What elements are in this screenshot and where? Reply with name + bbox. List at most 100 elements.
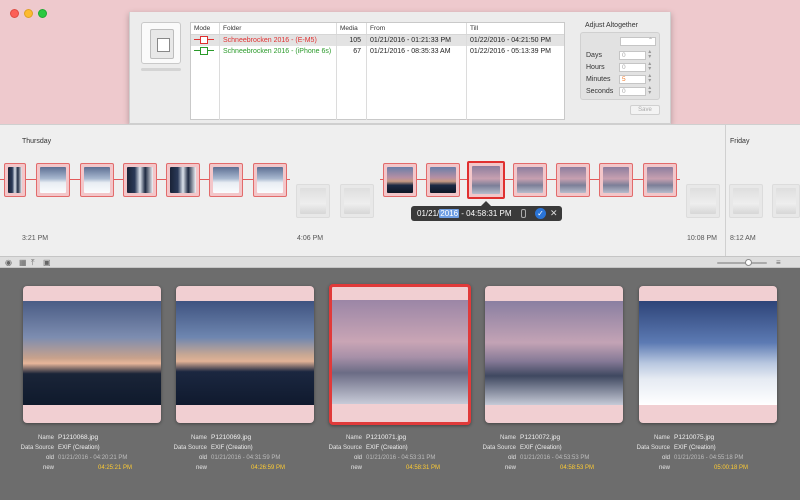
photo-thumbnail[interactable] [485, 301, 623, 405]
time-tick: 4:06 PM [297, 235, 324, 242]
photo-card-selected[interactable] [329, 284, 471, 425]
timeline-thumbnail[interactable] [426, 163, 460, 197]
timeline-thumbnail[interactable] [599, 163, 633, 197]
pin-icon[interactable]: ⤒ [31, 258, 35, 268]
cancel-x-icon[interactable]: ✕ [550, 206, 558, 221]
photo-thumbnail[interactable] [639, 301, 777, 405]
from-date: 01/21/2016 - 08:35:33 AM [366, 46, 466, 57]
seconds-label: Seconds [586, 87, 614, 95]
folder-sheet: Mode Folder Media From Till Schneebrocke… [129, 12, 671, 124]
timeline-thumbnail-selected[interactable] [467, 161, 505, 199]
photo-metadata: Name P1210071.jpg Data Source EXIF (Creati… [328, 434, 441, 471]
maximize-window-button[interactable] [38, 9, 47, 18]
photo-gallery: Name P1210068.jpg Data Source EXIF (Creati… [0, 268, 800, 500]
timeline-thumbnail[interactable] [36, 163, 70, 197]
minutes-field[interactable]: 5 [618, 74, 647, 84]
time-edit-popover[interactable]: 01/21/2016 - 04:58:31 PM ✓ ✕ [411, 201, 562, 221]
day-label-friday: Friday [730, 138, 750, 145]
photo-card[interactable] [23, 286, 161, 423]
photo-name: P1210071.jpg [366, 434, 407, 441]
days-field[interactable]: 0 [618, 50, 647, 60]
mode-offset-icon[interactable] [194, 47, 214, 55]
timeline-thumbnail[interactable] [4, 163, 26, 197]
eye-icon[interactable]: ◉ [5, 258, 12, 268]
list-icon[interactable]: ≡ [776, 258, 781, 268]
time-tick: 8:12 AM [730, 235, 756, 242]
folder-table: Mode Folder Media From Till Schneebrocke… [190, 22, 565, 120]
photo-new-time: 04:25:21 PM [98, 465, 133, 471]
time-edit-suffix[interactable]: - 04:58:31 PM [459, 209, 511, 218]
photo-metadata: Name P1210069.jpg Data Source EXIF (Creati… [173, 434, 286, 471]
seconds-stepper[interactable] [648, 84, 654, 96]
timeline-thumbnail[interactable] [556, 163, 590, 197]
photo-name: P1210069.jpg [211, 434, 252, 441]
mode-offset-icon[interactable] [194, 36, 214, 44]
time-edit-selected-year[interactable]: 2016 [439, 209, 460, 218]
zoom-slider[interactable] [717, 262, 767, 264]
column-header-till[interactable]: Till [466, 23, 564, 34]
document-drop-well[interactable] [141, 22, 181, 64]
timeline-thumbnail[interactable] [729, 184, 763, 218]
photo-source: EXIF (Creation) [674, 445, 716, 451]
close-window-button[interactable] [10, 9, 19, 18]
adjust-mode-select[interactable] [620, 37, 656, 46]
timeline-thumbnail[interactable] [296, 184, 330, 218]
minimize-window-button[interactable] [24, 9, 33, 18]
till-date: 01/22/2016 - 04:21:50 PM [466, 35, 564, 46]
table-row[interactable]: Schneebrocken 2016 - (E-M5) 105 01/21/20… [191, 35, 564, 46]
image-icon[interactable]: ▣ [43, 258, 51, 268]
photo-old-time: 01/21/2016 - 04:20:21 PM [58, 455, 128, 461]
column-header-media[interactable]: Media [336, 23, 366, 34]
till-date: 01/22/2016 - 05:13:39 PM [466, 46, 564, 57]
timeline-thumbnail[interactable] [340, 184, 374, 218]
view-toolbar: ◉ ▦ ⤒ ▣ ≡ [0, 256, 800, 268]
time-edit-stepper[interactable] [521, 209, 526, 218]
timeline-thumbnail[interactable] [513, 163, 547, 197]
document-icon [150, 29, 174, 59]
column-header-from[interactable]: From [366, 23, 466, 34]
photo-card[interactable] [485, 286, 623, 423]
photo-thumbnail[interactable] [176, 301, 314, 405]
timeline-thumbnail[interactable] [209, 163, 243, 197]
hours-stepper[interactable] [648, 60, 654, 72]
folder-name: Schneebrocken 2016 - (E-M5) [219, 35, 336, 46]
photo-new-time: 05:00:18 PM [714, 465, 749, 471]
hours-field[interactable]: 0 [618, 62, 647, 72]
zoom-slider-knob[interactable] [745, 259, 752, 266]
grid-icon[interactable]: ▦ [19, 258, 27, 268]
photo-old-time: 01/21/2016 - 04:55:18 PM [674, 455, 744, 461]
timeline-thumbnail[interactable] [123, 163, 157, 197]
days-label: Days [586, 51, 602, 59]
table-row[interactable]: Schneebrocken 2016 - (iPhone 6s) 67 01/2… [191, 46, 564, 57]
day-separator [725, 125, 726, 257]
time-tick: 3:21 PM [22, 235, 49, 242]
folder-name: Schneebrocken 2016 - (iPhone 6s) [219, 46, 336, 57]
photo-card[interactable] [176, 286, 314, 423]
timeline-thumbnail[interactable] [686, 184, 720, 218]
time-edit-prefix[interactable]: 01/21/ [417, 209, 439, 218]
timeline-thumbnail[interactable] [383, 163, 417, 197]
photo-name: P1210075.jpg [674, 434, 715, 441]
minutes-stepper[interactable] [648, 72, 654, 84]
timeline[interactable]: Thursday Friday 3:21 PM 4:06 PM 10:08 PM… [0, 124, 800, 257]
confirm-check-icon[interactable]: ✓ [535, 208, 546, 219]
timeline-thumbnail[interactable] [80, 163, 114, 197]
photo-thumbnail[interactable] [23, 301, 161, 405]
photo-card[interactable] [639, 286, 777, 423]
timeline-thumbnail[interactable] [166, 163, 200, 197]
adjust-title: Adjust Altogether [585, 22, 638, 29]
photo-name: P1210068.jpg [58, 434, 99, 441]
photo-thumbnail[interactable] [332, 300, 468, 404]
days-stepper[interactable] [648, 48, 654, 60]
timeline-thumbnail[interactable] [772, 184, 800, 218]
column-header-mode[interactable]: Mode [191, 23, 219, 34]
photo-metadata: Name P1210072.jpg Data Source EXIF (Creati… [482, 434, 595, 471]
timeline-thumbnail[interactable] [643, 163, 677, 197]
hours-label: Hours [586, 63, 605, 71]
save-button[interactable]: Save [630, 105, 660, 115]
media-count: 67 [336, 46, 366, 57]
timeline-thumbnail[interactable] [253, 163, 287, 197]
photo-old-time: 01/21/2016 - 04:53:53 PM [520, 455, 590, 461]
seconds-field[interactable]: 0 [618, 86, 647, 96]
column-header-folder[interactable]: Folder [219, 23, 336, 34]
